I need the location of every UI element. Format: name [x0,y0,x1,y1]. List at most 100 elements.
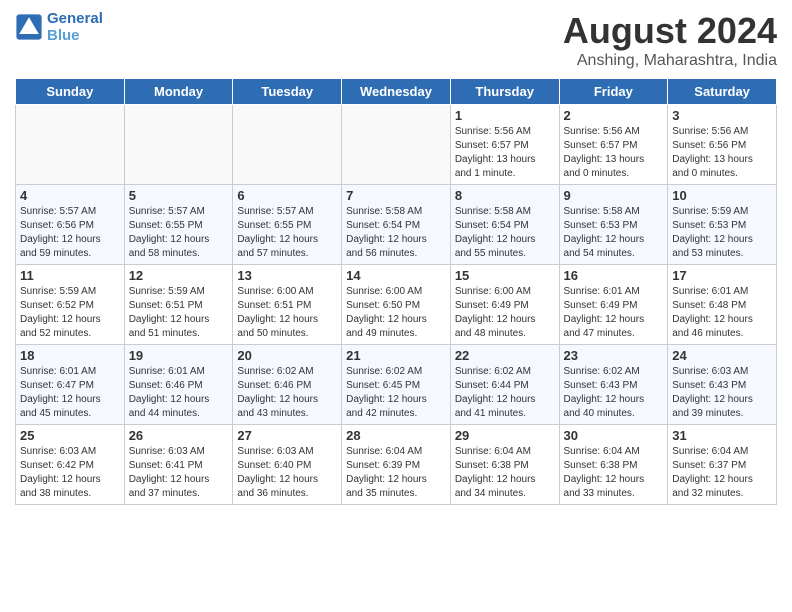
calendar-week-row: 11Sunrise: 5:59 AM Sunset: 6:52 PM Dayli… [16,265,777,345]
calendar-cell: 4 Sunrise: 5:57 AM Sunset: 6:56 PM Daylig… [16,185,125,265]
day-info: Sunrise: 6:02 AM Sunset: 6:43 PM Dayligh… [564,365,664,421]
calendar-cell: 17Sunrise: 6:01 AM Sunset: 6:48 PM Dayli… [668,265,777,345]
calendar-cell: 26Sunrise: 6:03 AM Sunset: 6:41 PM Dayli… [124,425,233,505]
calendar-cell: 1Sunrise: 5:56 AM Sunset: 6:57 PM Daylig… [450,105,559,185]
day-info: Sunrise: 5:56 AM Sunset: 6:57 PM Dayligh… [455,125,555,181]
day-number: 10 [672,188,772,203]
calendar-cell: 11Sunrise: 5:59 AM Sunset: 6:52 PM Dayli… [16,265,125,345]
day-info: Sunrise: 6:01 AM Sunset: 6:47 PM Dayligh… [20,365,120,421]
day-info: Sunrise: 5:58 AM Sunset: 6:54 PM Dayligh… [346,205,446,261]
day-number: 29 [455,428,555,443]
calendar-cell: 8Sunrise: 5:58 AM Sunset: 6:54 PM Daylig… [450,185,559,265]
weekday-header: Thursday [450,79,559,105]
logo-text: General Blue [47,10,103,44]
day-number: 17 [672,268,772,283]
calendar-cell: 19Sunrise: 6:01 AM Sunset: 6:46 PM Dayli… [124,345,233,425]
day-number: 4 [20,188,120,203]
day-number: 25 [20,428,120,443]
day-info: Sunrise: 6:04 AM Sunset: 6:39 PM Dayligh… [346,445,446,501]
day-number: 15 [455,268,555,283]
day-number: 8 [455,188,555,203]
day-number: 31 [672,428,772,443]
day-number: 12 [129,268,229,283]
calendar-cell: 27 Sunrise: 6:03 AM Sunset: 6:40 PM Dayli… [233,425,342,505]
day-info: Sunrise: 6:01 AM Sunset: 6:46 PM Dayligh… [129,365,229,421]
day-number: 6 [237,188,337,203]
weekday-header: Sunday [16,79,125,105]
day-number: 30 [564,428,664,443]
day-number: 16 [564,268,664,283]
calendar-cell: 23Sunrise: 6:02 AM Sunset: 6:43 PM Dayli… [559,345,668,425]
day-number: 20 [237,348,337,363]
calendar-cell: 2 Sunrise: 5:56 AM Sunset: 6:57 PM Daylig… [559,105,668,185]
calendar-cell: 24 Sunrise: 6:03 AM Sunset: 6:43 PM Dayli… [668,345,777,425]
day-info: Sunrise: 6:04 AM Sunset: 6:38 PM Dayligh… [455,445,555,501]
day-number: 18 [20,348,120,363]
calendar-cell: 9 Sunrise: 5:58 AM Sunset: 6:53 PM Daylig… [559,185,668,265]
calendar-week-row: 18 Sunrise: 6:01 AM Sunset: 6:47 PM Dayli… [16,345,777,425]
weekday-header: Friday [559,79,668,105]
calendar-cell [16,105,125,185]
calendar-cell [342,105,451,185]
calendar-cell: 16 Sunrise: 6:01 AM Sunset: 6:49 PM Dayli… [559,265,668,345]
calendar-cell: 12 Sunrise: 5:59 AM Sunset: 6:51 PM Dayli… [124,265,233,345]
day-info: Sunrise: 6:00 AM Sunset: 6:49 PM Dayligh… [455,285,555,341]
main-title: August 2024 [563,10,777,52]
calendar-cell: 5 Sunrise: 5:57 AM Sunset: 6:55 PM Daylig… [124,185,233,265]
weekday-header: Saturday [668,79,777,105]
day-number: 28 [346,428,446,443]
day-number: 21 [346,348,446,363]
weekday-header: Monday [124,79,233,105]
day-info: Sunrise: 6:02 AM Sunset: 6:45 PM Dayligh… [346,365,446,421]
day-number: 5 [129,188,229,203]
calendar-cell: 6 Sunrise: 5:57 AM Sunset: 6:55 PM Daylig… [233,185,342,265]
calendar-cell: 3Sunrise: 5:56 AM Sunset: 6:56 PM Daylig… [668,105,777,185]
logo-icon [15,13,43,41]
day-info: Sunrise: 6:01 AM Sunset: 6:49 PM Dayligh… [564,285,664,341]
day-info: Sunrise: 5:59 AM Sunset: 6:52 PM Dayligh… [20,285,120,341]
day-info: Sunrise: 5:57 AM Sunset: 6:55 PM Dayligh… [237,205,337,261]
day-info: Sunrise: 6:03 AM Sunset: 6:42 PM Dayligh… [20,445,120,501]
day-info: Sunrise: 5:59 AM Sunset: 6:51 PM Dayligh… [129,285,229,341]
calendar-cell [233,105,342,185]
title-area: August 2024 Anshing, Maharashtra, India [563,10,777,70]
calendar-cell: 29 Sunrise: 6:04 AM Sunset: 6:38 PM Dayli… [450,425,559,505]
calendar-cell: 20Sunrise: 6:02 AM Sunset: 6:46 PM Dayli… [233,345,342,425]
day-info: Sunrise: 6:04 AM Sunset: 6:37 PM Dayligh… [672,445,772,501]
calendar-table: SundayMondayTuesdayWednesdayThursdayFrid… [15,78,777,505]
day-info: Sunrise: 6:03 AM Sunset: 6:40 PM Dayligh… [237,445,337,501]
day-number: 24 [672,348,772,363]
weekday-header: Wednesday [342,79,451,105]
day-number: 13 [237,268,337,283]
calendar-week-row: 25 Sunrise: 6:03 AM Sunset: 6:42 PM Dayli… [16,425,777,505]
day-info: Sunrise: 6:00 AM Sunset: 6:51 PM Dayligh… [237,285,337,341]
day-number: 27 [237,428,337,443]
weekday-header-row: SundayMondayTuesdayWednesdayThursdayFrid… [16,79,777,105]
calendar-week-row: 4 Sunrise: 5:57 AM Sunset: 6:56 PM Daylig… [16,185,777,265]
calendar-cell: 14Sunrise: 6:00 AM Sunset: 6:50 PM Dayli… [342,265,451,345]
day-info: Sunrise: 6:04 AM Sunset: 6:38 PM Dayligh… [564,445,664,501]
day-number: 2 [564,108,664,123]
day-number: 7 [346,188,446,203]
day-number: 9 [564,188,664,203]
day-info: Sunrise: 5:58 AM Sunset: 6:53 PM Dayligh… [564,205,664,261]
header: General Blue August 2024 Anshing, Mahara… [15,10,777,70]
calendar-cell: 25 Sunrise: 6:03 AM Sunset: 6:42 PM Dayli… [16,425,125,505]
calendar-cell: 31 Sunrise: 6:04 AM Sunset: 6:37 PM Dayli… [668,425,777,505]
day-info: Sunrise: 5:56 AM Sunset: 6:57 PM Dayligh… [564,125,664,181]
day-info: Sunrise: 6:03 AM Sunset: 6:41 PM Dayligh… [129,445,229,501]
day-info: Sunrise: 5:57 AM Sunset: 6:55 PM Dayligh… [129,205,229,261]
day-info: Sunrise: 6:03 AM Sunset: 6:43 PM Dayligh… [672,365,772,421]
calendar-week-row: 1Sunrise: 5:56 AM Sunset: 6:57 PM Daylig… [16,105,777,185]
calendar-cell: 15 Sunrise: 6:00 AM Sunset: 6:49 PM Dayli… [450,265,559,345]
calendar-cell: 7 Sunrise: 5:58 AM Sunset: 6:54 PM Daylig… [342,185,451,265]
page-container: General Blue August 2024 Anshing, Mahara… [0,0,792,515]
calendar-cell: 28 Sunrise: 6:04 AM Sunset: 6:39 PM Dayli… [342,425,451,505]
calendar-cell: 13 Sunrise: 6:00 AM Sunset: 6:51 PM Dayli… [233,265,342,345]
day-number: 3 [672,108,772,123]
day-number: 22 [455,348,555,363]
day-info: Sunrise: 5:57 AM Sunset: 6:56 PM Dayligh… [20,205,120,261]
subtitle: Anshing, Maharashtra, India [563,52,777,70]
calendar-cell [124,105,233,185]
calendar-cell: 22Sunrise: 6:02 AM Sunset: 6:44 PM Dayli… [450,345,559,425]
